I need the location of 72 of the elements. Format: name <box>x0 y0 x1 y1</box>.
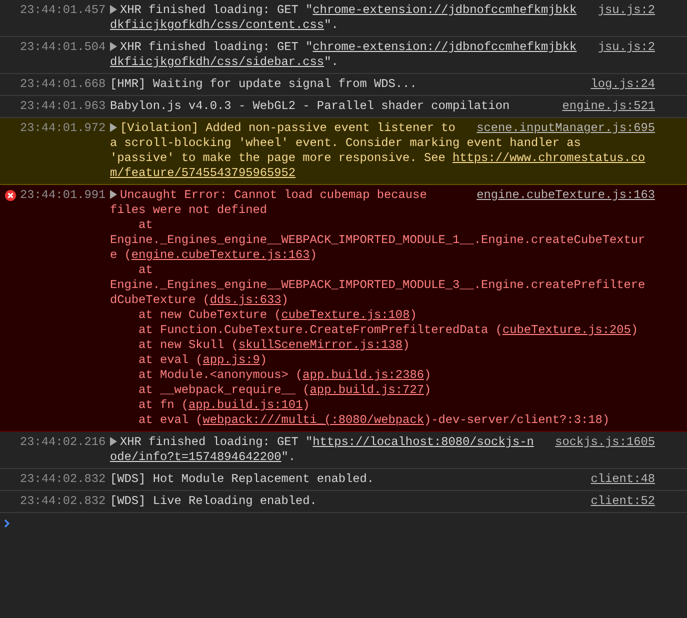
message-line: Uncaught Error: Cannot load cubemap because <box>110 188 427 203</box>
timestamp: 23:44:02.216 <box>20 435 107 450</box>
link[interactable]: app.build.js:2386 <box>302 368 424 382</box>
expand-triangle-icon[interactable] <box>110 123 117 132</box>
expand-triangle-icon[interactable] <box>110 437 117 446</box>
timestamp: 23:44:01.972 <box>20 121 107 136</box>
message-line: XHR finished loading: GET "chrome-extension://jdbnofccmhefkmjbkk <box>110 3 577 18</box>
link[interactable]: cubeTexture.js:108 <box>281 308 410 322</box>
message-line: XHR finished loading: GET "https://localhost:8080/sockjs-n <box>110 435 534 450</box>
timestamp: 23:44:02.832 <box>20 472 107 487</box>
link[interactable]: app.js:9 <box>202 353 260 367</box>
message-line: [WDS] Hot Module Replacement enabled. <box>110 472 374 487</box>
message-line: Engine._Engines_engine__WEBPACK_IMPORTED_MODULE_1__.Engine.createCubeTextur <box>110 233 646 248</box>
link[interactable]: https://www.chromestatus.co <box>452 151 646 165</box>
message-line: dCubeTexture (dds.js:633) <box>110 293 288 308</box>
link[interactable]: cubeTexture.js:205 <box>502 323 631 337</box>
timestamp: 23:44:01.963 <box>20 99 107 114</box>
message-line: at new Skull (skullSceneMirror.js:138) <box>138 338 410 353</box>
message-line: XHR finished loading: GET "chrome-extension://jdbnofccmhefkmjbkk <box>110 40 577 55</box>
link[interactable]: webpack:///multi_(:8080/webpack <box>202 413 424 427</box>
link[interactable]: https://localhost:8080/sockjs-n <box>312 435 534 449</box>
message-line: Engine._Engines_engine__WEBPACK_IMPORTED_MODULE_3__.Engine.createPrefiltere <box>110 278 646 293</box>
link[interactable]: dkfiicjkgofkdh/css/content.css <box>110 18 324 32</box>
timestamp: 23:44:02.832 <box>20 494 107 509</box>
link[interactable]: ode/info?t=1574894642200 <box>110 450 282 464</box>
expand-triangle-icon[interactable] <box>110 42 117 51</box>
source-link[interactable]: jsu.js:2 <box>586 3 655 18</box>
message-line: dkfiicjkgofkdh/css/content.css". <box>110 18 338 33</box>
source-link[interactable]: log.js:24 <box>578 77 655 92</box>
expand-triangle-icon[interactable] <box>110 190 117 199</box>
message-line: ode/info?t=1574894642200". <box>110 450 296 465</box>
message-line: at eval (webpack:///multi_(:8080/webpack)-dev-server/client?:3:18) <box>138 413 610 428</box>
message-line: at fn (app.build.js:101) <box>138 398 310 413</box>
message-line: files were not defined <box>110 203 267 218</box>
link[interactable]: engine.cubeTexture.js:163 <box>131 248 310 262</box>
source-link[interactable]: jsu.js:2 <box>586 40 655 55</box>
link[interactable]: m/feature/5745543795965952 <box>110 166 296 180</box>
source-link[interactable]: client:48 <box>578 472 655 487</box>
source-link[interactable]: engine.js:521 <box>550 99 655 114</box>
message-line: [Violation] Added non-passive event listener to <box>110 121 456 136</box>
message-line: at <box>138 263 153 278</box>
message-line: at eval (app.js:9) <box>138 353 267 368</box>
message-line: dkfiicjkgofkdh/css/sidebar.css". <box>110 55 338 70</box>
source-link[interactable]: sockjs.js:1605 <box>543 435 655 450</box>
source-link[interactable]: engine.cubeTexture.js:163 <box>464 188 655 203</box>
message-line: [WDS] Live Reloading enabled. <box>110 494 317 509</box>
timestamp: 23:44:01.991 <box>20 188 107 203</box>
message-line: 'passive' to make the page more responsive. See https://www.chromestatus.co <box>110 151 646 166</box>
message-line: [HMR] Waiting for update signal from WDS... <box>110 77 417 92</box>
link[interactable]: dds.js:633 <box>210 293 282 307</box>
timestamp: 23:44:01.668 <box>20 77 107 92</box>
link[interactable]: app.build.js:101 <box>188 398 303 412</box>
message-line: at new CubeTexture (cubeTexture.js:108) <box>138 308 417 323</box>
message-line: at Function.CubeTexture.CreateFromPrefilteredData (cubeTexture.js:205) <box>138 323 638 338</box>
expand-triangle-icon[interactable] <box>110 5 117 14</box>
link[interactable]: chrome-extension://jdbnofccmhefkmjbkk <box>312 3 577 17</box>
link[interactable]: app.build.js:727 <box>310 383 424 397</box>
source-link[interactable]: client:52 <box>578 494 655 509</box>
message-line: e (engine.cubeTexture.js:163) <box>110 248 317 263</box>
timestamp: 23:44:01.504 <box>20 40 107 55</box>
message-line: at <box>138 218 153 233</box>
message-line: a scroll-blocking 'wheel' event. Consider marking event handler as <box>110 136 581 151</box>
prompt-chevron-icon <box>4 518 10 528</box>
error-icon <box>4 190 16 201</box>
link[interactable]: skullSceneMirror.js:138 <box>238 338 403 352</box>
link[interactable]: dkfiicjkgofkdh/css/sidebar.css <box>110 55 324 69</box>
message-line: at Module.<anonymous> (app.build.js:2386) <box>138 368 432 383</box>
message-line: at __webpack_require__ (app.build.js:727) <box>138 383 432 398</box>
source-link[interactable]: scene.inputManager.js:695 <box>464 121 655 136</box>
message-line: Babylon.js v4.0.3 - WebGL2 - Parallel shader compilation <box>110 99 510 114</box>
timestamp: 23:44:01.457 <box>20 3 107 18</box>
link[interactable]: chrome-extension://jdbnofccmhefkmjbkk <box>312 40 577 54</box>
